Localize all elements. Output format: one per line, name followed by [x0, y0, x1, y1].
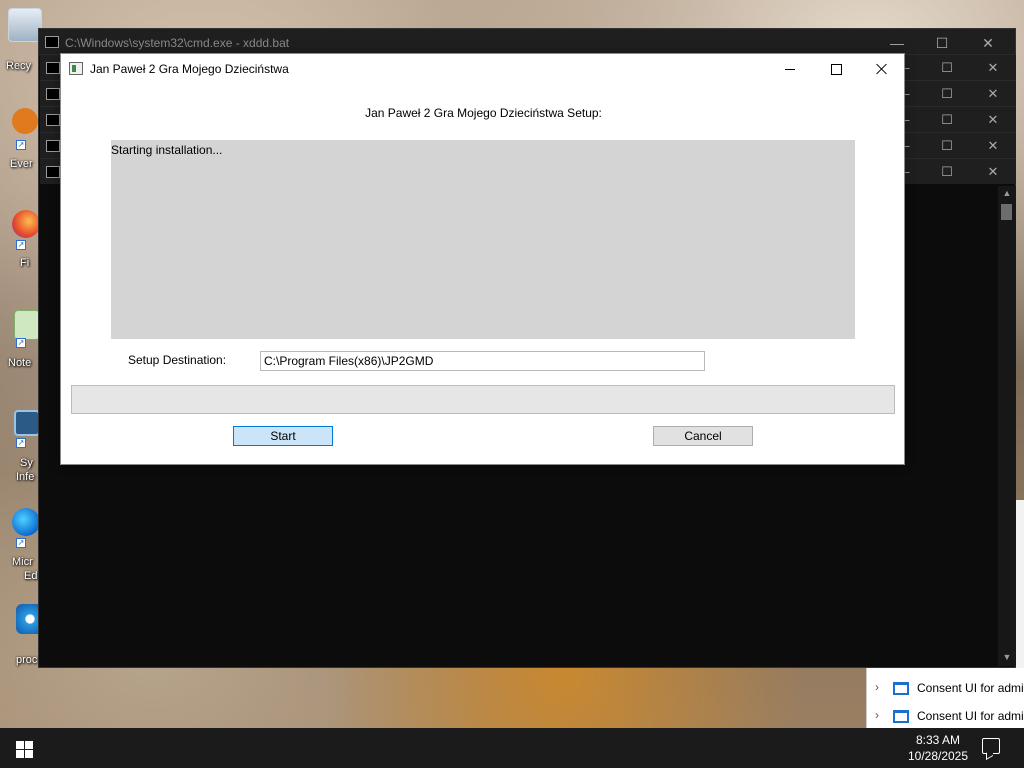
desktop-icon-label: Ed — [24, 570, 38, 582]
destination-input[interactable] — [260, 351, 705, 371]
window-icon — [893, 682, 909, 695]
cmd-icon — [46, 62, 60, 74]
recycle-bin-icon[interactable] — [8, 8, 42, 42]
maximize-icon[interactable] — [813, 54, 859, 84]
setup-dialog[interactable]: Jan Paweł 2 Gra Mojego Dzieciństwa Jan P… — [60, 53, 905, 465]
edge-icon[interactable] — [12, 508, 40, 536]
scroll-down-icon[interactable]: ▼ — [1002, 652, 1012, 662]
shortcut-arrow-icon: ↗ — [16, 338, 26, 348]
desktop-icon-label: proc — [16, 654, 38, 666]
notification-text: Consent UI for admi — [917, 681, 1024, 695]
desktop-icon-label: Fi — [20, 257, 30, 269]
maximize-icon[interactable]: ☐ — [932, 58, 962, 78]
desktop-icon-label: Sy — [20, 457, 33, 469]
scroll-up-icon[interactable]: ▲ — [1002, 188, 1012, 198]
setup-heading: Jan Paweł 2 Gra Mojego Dzieciństwa Setup… — [365, 106, 602, 120]
windows-logo-pane — [16, 741, 24, 749]
minimize-icon[interactable] — [767, 54, 813, 84]
background-panel-edge — [1016, 500, 1024, 668]
minimize-icon[interactable]: — — [882, 33, 912, 53]
maximize-icon[interactable]: ☐ — [932, 110, 962, 130]
install-progress-bar — [71, 385, 895, 414]
shortcut-arrow-icon: ↗ — [16, 538, 26, 548]
chevron-right-icon[interactable]: › — [875, 680, 879, 694]
setup-window-title: Jan Paweł 2 Gra Mojego Dzieciństwa — [90, 62, 289, 76]
scrollbar-thumb[interactable] — [1001, 204, 1012, 220]
cmd-titlebar[interactable]: C:\Windows\system32\cmd.exe - xddd.bat —… — [39, 29, 1015, 56]
notification-text: Consent UI for admi — [917, 709, 1024, 723]
notification-item[interactable]: › Consent UI for admi — [867, 674, 1024, 702]
close-icon[interactable]: ✕ — [978, 84, 1008, 104]
cmd-scrollbar[interactable]: ▲ ▼ — [998, 186, 1016, 666]
cmd-icon — [46, 166, 60, 178]
cancel-button[interactable]: Cancel — [653, 426, 753, 446]
desktop-icon-label: Note — [8, 357, 32, 369]
windows-logo-pane — [16, 750, 24, 758]
start-button[interactable]: Start — [233, 426, 333, 446]
system-info-icon[interactable] — [14, 410, 40, 436]
maximize-icon[interactable]: ☐ — [932, 84, 962, 104]
cmd-icon — [46, 88, 60, 100]
desktop-icon-label: Recy — [6, 60, 32, 72]
notification-item[interactable]: › Consent UI for admi — [867, 702, 1024, 730]
install-log-text: Starting installation... — [111, 143, 223, 157]
desktop-icon-label: Ever — [10, 158, 33, 170]
clock-time: 8:33 AM — [915, 733, 961, 747]
cmd-icon — [46, 140, 60, 152]
cmd-window-title: C:\Windows\system32\cmd.exe - xddd.bat — [65, 36, 290, 50]
close-icon[interactable]: ✕ — [978, 58, 1008, 78]
close-icon[interactable] — [859, 54, 905, 84]
close-icon[interactable]: ✕ — [978, 136, 1008, 156]
desktop-icon-label: Micr — [12, 556, 33, 568]
cmd-icon — [46, 114, 60, 126]
shortcut-arrow-icon: ↗ — [16, 240, 26, 250]
maximize-icon[interactable]: ☐ — [932, 162, 962, 182]
shortcut-arrow-icon: ↗ — [16, 438, 26, 448]
shortcut-arrow-icon: ↗ — [16, 140, 26, 150]
app-icon — [69, 62, 83, 75]
destination-label: Setup Destination: — [128, 353, 227, 367]
chevron-right-icon[interactable]: › — [875, 708, 879, 722]
start-button-windows-icon[interactable] — [0, 728, 48, 768]
taskbar: 8:33 AM 10/28/2025 — [0, 728, 1024, 768]
desktop-icon-label: Infe — [16, 471, 35, 483]
close-icon[interactable]: ✕ — [978, 162, 1008, 182]
close-icon[interactable]: ✕ — [978, 110, 1008, 130]
notepad-icon[interactable] — [14, 310, 40, 340]
windows-logo-pane — [25, 750, 33, 758]
everything-icon[interactable] — [12, 108, 38, 134]
clock-date: 10/28/2025 — [907, 749, 969, 763]
cmd-icon — [45, 36, 59, 48]
close-icon[interactable]: ✕ — [973, 33, 1003, 53]
firefox-icon[interactable] — [12, 210, 40, 238]
window-icon — [893, 710, 909, 723]
action-center-icon[interactable] — [982, 738, 1000, 754]
maximize-icon[interactable]: ☐ — [927, 33, 957, 53]
notification-panel: › Consent UI for admi › Consent UI for a… — [866, 668, 1024, 728]
setup-titlebar[interactable]: Jan Paweł 2 Gra Mojego Dzieciństwa — [61, 54, 904, 84]
maximize-icon[interactable]: ☐ — [932, 136, 962, 156]
install-log-box: Starting installation... — [111, 140, 855, 339]
windows-logo-pane — [25, 741, 33, 749]
taskbar-clock[interactable]: 8:33 AM 10/28/2025 — [900, 732, 976, 764]
